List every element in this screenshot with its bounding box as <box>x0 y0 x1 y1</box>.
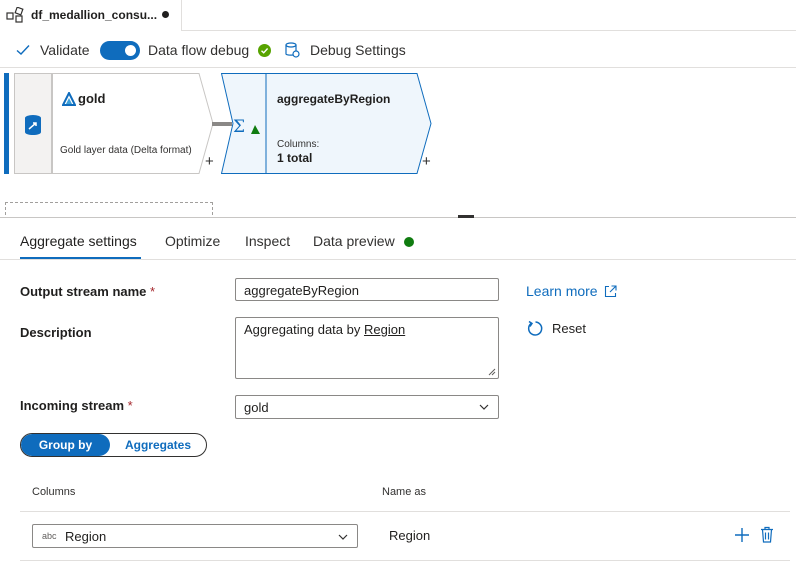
tab-title: df_medallion_consu... <box>31 8 158 22</box>
tab-inspect[interactable]: Inspect <box>245 233 290 249</box>
external-link-icon <box>604 284 617 297</box>
add-icon[interactable] <box>734 527 750 543</box>
required-marker: * <box>127 398 133 413</box>
source-icon-column <box>14 73 52 174</box>
output-stream-name-input[interactable]: aggregateByRegion <box>235 278 499 301</box>
svg-text:Σ: Σ <box>233 117 245 135</box>
active-tab-indicator <box>20 257 141 259</box>
debug-toggle[interactable] <box>100 41 140 60</box>
source-node-name: gold <box>78 91 106 106</box>
toggle-knob <box>125 45 136 56</box>
description-underlined-word: Region <box>363 322 406 337</box>
incoming-stream-value: gold <box>244 400 269 415</box>
settings-tabs: Aggregate settings Optimize Inspect Data… <box>0 220 796 260</box>
source-node-title: gold <box>62 91 105 106</box>
group-by-column-value: Region <box>65 529 107 544</box>
aggregate-node[interactable]: Σ aggregateByRegion Columns: 1 total <box>221 73 433 174</box>
group-by-aggregates-switch: Group by Aggregates <box>20 433 207 457</box>
source-node-body: gold Gold layer data (Delta format) <box>52 73 214 174</box>
aggregate-columns-count: 1 total <box>277 151 313 165</box>
dataflow-tab[interactable]: df_medallion_consu... <box>0 0 182 31</box>
drop-placeholder <box>5 202 213 215</box>
name-as-header: Name as <box>382 486 427 498</box>
columns-header: Columns <box>32 486 76 498</box>
splitter-handle[interactable] <box>458 215 474 218</box>
table-divider <box>20 560 790 561</box>
group-by-column-select[interactable]: abc Region <box>32 524 358 548</box>
output-stream-name-label: Output stream name * <box>20 284 155 299</box>
table-divider <box>20 511 790 512</box>
group-by-name-as[interactable]: Region <box>389 528 430 543</box>
unsaved-indicator <box>162 11 169 18</box>
learn-more-label: Learn more <box>526 283 598 299</box>
required-marker: * <box>150 284 156 299</box>
reset-label: Reset <box>552 321 586 336</box>
source-icon <box>25 115 41 135</box>
add-transform-after-aggregate[interactable]: + <box>422 153 431 170</box>
reset-icon <box>527 320 543 336</box>
delta-icon <box>62 91 76 106</box>
aggregate-columns-label: Columns: <box>277 139 320 150</box>
description-text: Aggregating data by <box>244 322 364 337</box>
dataflow-canvas[interactable]: gold Gold layer data (Delta format) + Σ … <box>0 69 796 218</box>
aggregate-icon: Σ <box>233 117 260 135</box>
source-node-description: Gold layer data (Delta format) <box>60 145 192 156</box>
resize-grip-icon[interactable] <box>488 368 496 376</box>
debug-settings-icon <box>285 42 300 58</box>
debug-label: Data flow debug <box>148 42 250 58</box>
reset-button[interactable]: Reset <box>527 320 586 337</box>
learn-more-link[interactable]: Learn more <box>526 283 617 299</box>
add-transform-after-gold[interactable]: + <box>205 153 214 170</box>
success-check-icon <box>258 43 272 57</box>
tab-optimize[interactable]: Optimize <box>165 233 220 249</box>
string-type-badge: abc <box>42 531 57 541</box>
output-stream-label-text: Output stream name <box>20 284 147 299</box>
document-tab-bar: df_medallion_consu... <box>0 0 796 31</box>
incoming-stream-select[interactable]: gold <box>235 395 499 419</box>
description-textarea[interactable]: Aggregating data by Region <box>235 317 499 379</box>
node-accent-bar <box>4 73 9 174</box>
aggregates-option[interactable]: Aggregates <box>110 434 206 456</box>
panel-splitter[interactable] <box>0 217 796 218</box>
incoming-stream-label: Incoming stream * <box>20 398 133 413</box>
toolbar: Validate Data flow debug Debug Settings <box>0 32 796 68</box>
incoming-stream-label-text: Incoming stream <box>20 398 125 413</box>
debug-status: Data flow debug <box>148 32 272 68</box>
validate-button[interactable]: Validate <box>16 32 90 68</box>
dataflow-icon <box>6 7 24 23</box>
delete-icon[interactable] <box>760 526 774 543</box>
group-by-option[interactable]: Group by <box>21 434 110 456</box>
tab-data-preview[interactable]: Data preview <box>313 233 395 249</box>
validate-label: Validate <box>40 42 90 58</box>
source-node-shape <box>52 73 214 174</box>
source-node-gold[interactable]: gold Gold layer data (Delta format) <box>4 73 214 174</box>
debug-settings-label: Debug Settings <box>310 42 406 58</box>
data-preview-status-dot <box>404 237 414 247</box>
checkmark-icon <box>16 45 30 55</box>
tab-aggregate-settings[interactable]: Aggregate settings <box>20 233 137 249</box>
chevron-down-icon <box>479 404 489 410</box>
description-label: Description <box>20 325 92 340</box>
chevron-down-icon <box>338 534 348 540</box>
debug-settings-button[interactable]: Debug Settings <box>284 32 406 68</box>
aggregate-node-title: aggregateByRegion <box>277 92 391 106</box>
